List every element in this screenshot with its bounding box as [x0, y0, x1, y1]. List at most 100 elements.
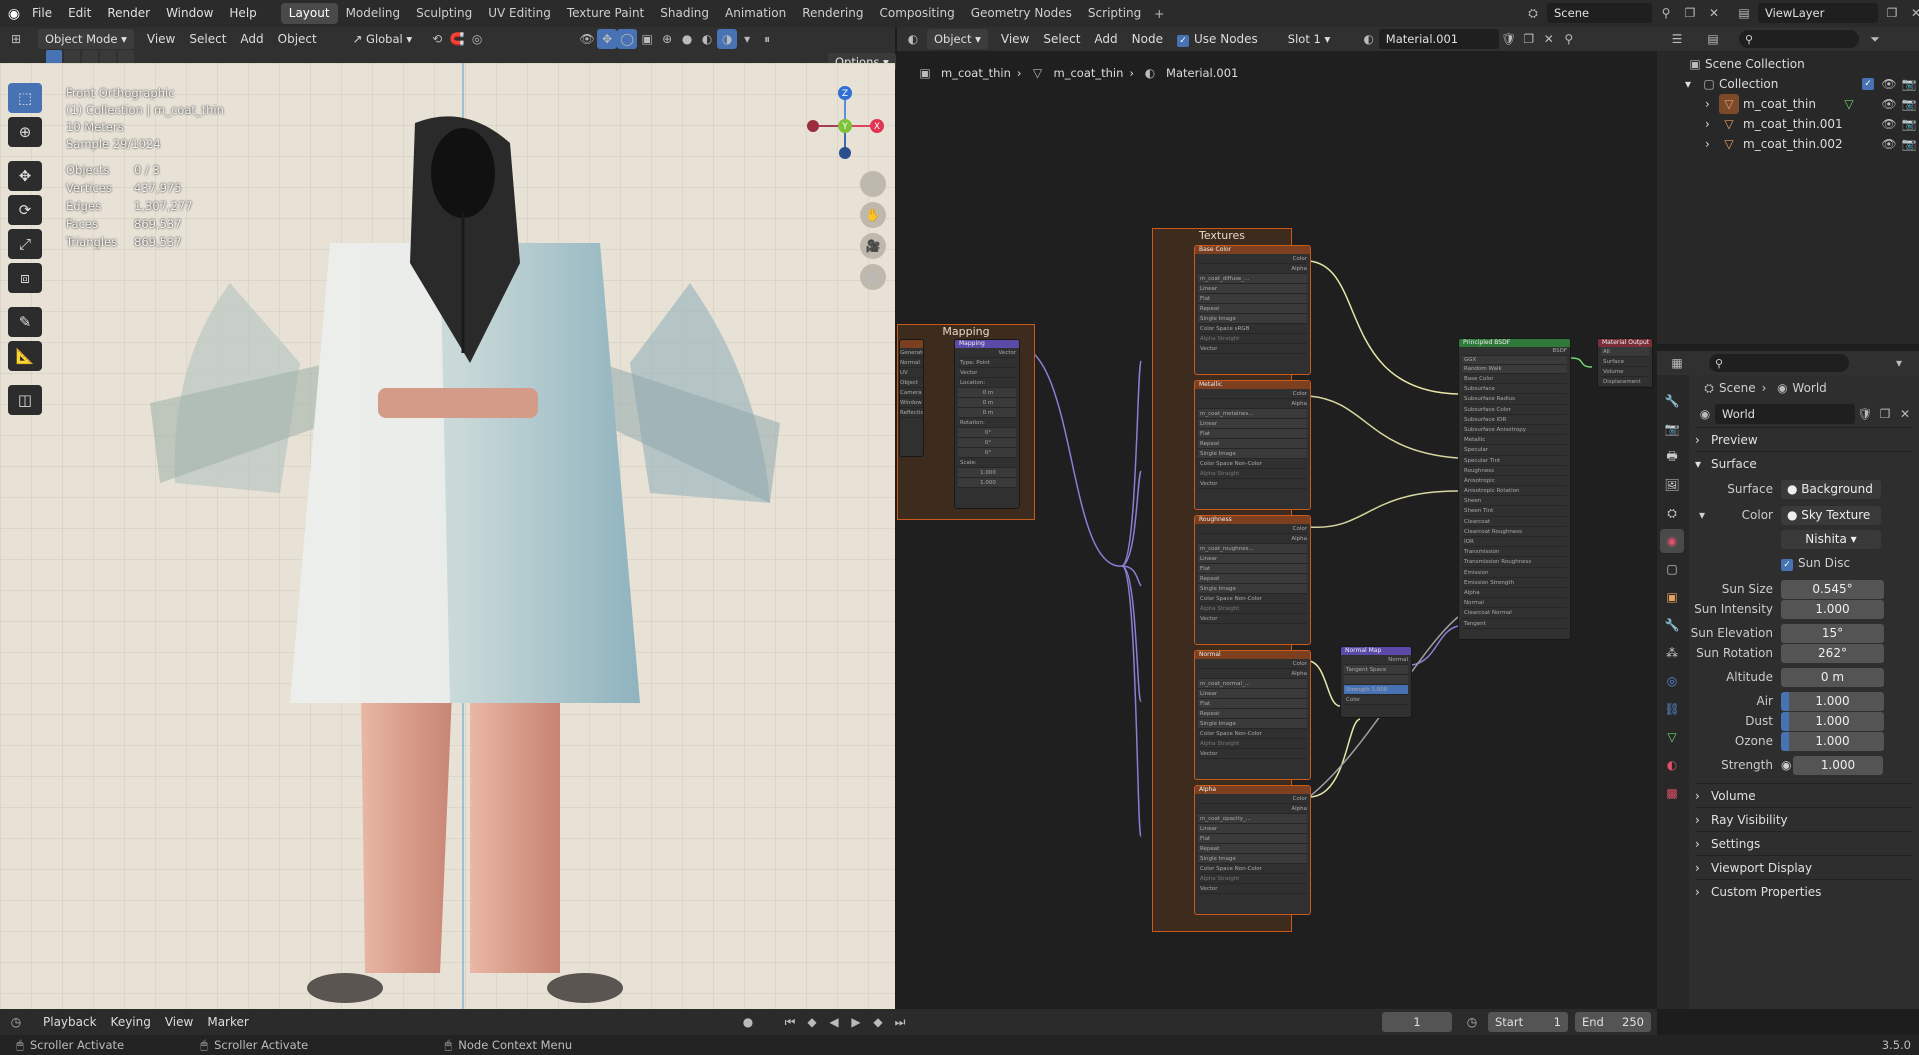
bsdf-input-row[interactable]: Specular — [1462, 445, 1567, 456]
new-world-icon[interactable]: ❐ — [1875, 404, 1895, 424]
tex-option-row[interactable]: Flat — [1198, 699, 1307, 709]
viewport-menu-object[interactable]: Object — [271, 32, 324, 46]
tab-layout[interactable]: Layout — [280, 3, 338, 24]
add-cube-tool-icon[interactable]: ◫ — [8, 385, 42, 415]
menu-help[interactable]: Help — [221, 0, 264, 27]
sky-param-field[interactable]: 0.545° — [1781, 579, 1884, 599]
properties-section[interactable]: › Volume — [1695, 783, 1913, 807]
eye-icon[interactable]: 👁 — [1879, 74, 1899, 94]
xray-icon[interactable]: ▣ — [637, 29, 657, 49]
tex-color-space-row[interactable]: Color Space Non-Color — [1198, 864, 1307, 874]
end-frame-field[interactable]: End 250 — [1575, 1012, 1651, 1032]
tex-option-row[interactable]: Repeat — [1198, 304, 1307, 314]
sky-param-field[interactable]: 1.000 — [1781, 691, 1884, 711]
material-output-target[interactable]: All — [1601, 347, 1649, 357]
tex-option-row[interactable]: Flat — [1198, 564, 1307, 574]
shading-options-icon[interactable]: ▾ — [737, 29, 757, 49]
timeline-menu-keying[interactable]: Keying — [104, 1015, 158, 1029]
sky-param-field[interactable]: 15° — [1781, 623, 1884, 643]
camera-view-icon[interactable]: 🎥 — [860, 233, 886, 259]
outliner-editor-type-icon[interactable]: ☰ — [1667, 29, 1687, 49]
outliner-item[interactable]: › ▽ m_coat_thin.001 👁 📷 — [1657, 114, 1919, 134]
surface-shader-field[interactable]: ● Background — [1781, 479, 1881, 499]
blender-logo-icon[interactable]: ◉ — [4, 4, 24, 24]
start-frame-field[interactable]: Start 1 — [1488, 1012, 1568, 1032]
shader-node-editor[interactable]: ▣ m_coat_thin › ▽ m_coat_thin › ◐ Materi… — [897, 51, 1657, 1009]
view-layer-selector[interactable]: ViewLayer — [1758, 3, 1878, 23]
tab-sculpting[interactable]: Sculpting — [408, 3, 480, 24]
tex-color-space-row[interactable]: Color Space sRGB — [1198, 324, 1307, 334]
delete-view-layer-icon[interactable]: ✕ — [1906, 3, 1919, 23]
world-tab-icon[interactable]: ◉ — [1660, 529, 1684, 553]
mapping-rot-z[interactable]: 0° — [958, 448, 1016, 458]
sky-param-field[interactable]: 1.000 — [1781, 731, 1884, 751]
bsdf-input-row[interactable]: Alpha — [1462, 588, 1567, 599]
properties-section[interactable]: › Settings — [1695, 831, 1913, 855]
select-mode-invert-icon[interactable] — [100, 50, 116, 64]
record-icon[interactable]: ● — [738, 1012, 758, 1032]
tab-compositing[interactable]: Compositing — [871, 3, 962, 24]
pause-render-icon[interactable]: ⏸ — [757, 29, 777, 49]
node-menu-view[interactable]: View — [994, 32, 1036, 46]
bsdf-input-row[interactable]: Sheen Tint — [1462, 506, 1567, 517]
preview-range-icon[interactable]: ◷ — [1462, 1012, 1482, 1032]
material-name-field[interactable]: Material.001 — [1378, 29, 1499, 49]
timeline-menu-marker[interactable]: Marker — [200, 1015, 255, 1029]
texture-tab-icon[interactable]: ▩ — [1660, 781, 1684, 805]
constraints-tab-icon[interactable]: ⛓ — [1660, 697, 1684, 721]
scene-icon[interactable]: ⛭ — [1523, 3, 1543, 23]
properties-section[interactable]: › Viewport Display — [1695, 855, 1913, 879]
scale-tool-icon[interactable]: ⤢ — [8, 229, 42, 259]
sky-param-field[interactable]: 1.000 — [1781, 711, 1884, 731]
collection-exclude-checkbox[interactable]: ✓ — [1862, 78, 1874, 90]
timeline-menu-playback[interactable]: Playback — [36, 1015, 104, 1029]
bsdf-input-row[interactable]: Subsurface IOR — [1462, 415, 1567, 425]
bsdf-input-row[interactable]: Clearcoat Roughness — [1462, 527, 1567, 537]
snap-icon[interactable]: 🧲 — [447, 29, 467, 49]
camera-icon[interactable]: 📷 — [1899, 74, 1919, 94]
tex-option-row[interactable]: Linear — [1198, 689, 1307, 699]
delete-scene-icon[interactable]: ✕ — [1704, 3, 1724, 23]
proportional-edit-icon[interactable]: ◎ — [467, 29, 487, 49]
particles-tab-icon[interactable]: ⁂ — [1660, 641, 1684, 665]
menu-render[interactable]: Render — [99, 0, 158, 27]
mode-dropdown[interactable]: Object Mode ▾ — [38, 29, 134, 49]
outliner-filter-icon[interactable]: ⏷ — [1865, 29, 1885, 49]
expand-arrow-icon[interactable]: › — [1705, 117, 1719, 131]
eye-icon[interactable]: 👁 — [1879, 114, 1899, 134]
view-layer-tab-icon[interactable]: 🖼 — [1660, 473, 1684, 497]
properties-section[interactable]: › Custom Properties — [1695, 879, 1913, 903]
bsdf-subsurface-method[interactable]: Random Walk — [1462, 365, 1567, 374]
expand-arrow-icon[interactable]: ▾ — [1685, 77, 1699, 91]
expanded-arrow-icon[interactable]: ▾ — [1689, 508, 1713, 522]
bsdf-input-row[interactable]: Base Color — [1462, 374, 1567, 385]
tex-option-row[interactable]: Flat — [1198, 429, 1307, 439]
bsdf-distribution[interactable]: GGX — [1462, 356, 1567, 365]
mapping-rot-y[interactable]: 0° — [958, 438, 1016, 448]
select-box-tool-icon[interactable]: ⬚ — [8, 83, 42, 113]
tab-modeling[interactable]: Modeling — [338, 3, 409, 24]
tex-alpha-mode-row[interactable]: Alpha Straight — [1198, 739, 1307, 749]
gizmo-toggle-icon[interactable]: ✥ — [597, 29, 618, 49]
unlink-material-icon[interactable]: ✕ — [1539, 29, 1559, 49]
tex-color-space-row[interactable]: Color Space Non-Color — [1198, 459, 1307, 469]
bsdf-input-row[interactable]: Metallic — [1462, 435, 1567, 446]
output-tab-icon[interactable]: 🖶 — [1660, 445, 1684, 469]
tex-image-field[interactable]: m_coat_roughnes... — [1198, 544, 1307, 554]
transform-tool-icon[interactable]: ⧈ — [8, 263, 42, 293]
tab-geometry-nodes[interactable]: Geometry Nodes — [963, 3, 1080, 24]
normal-map-space[interactable]: Tangent Space — [1344, 665, 1408, 675]
bsdf-input-row[interactable]: Specular Tint — [1462, 456, 1567, 466]
bsdf-input-row[interactable]: Anisotropic — [1462, 476, 1567, 487]
expand-arrow-icon[interactable]: › — [1705, 137, 1719, 151]
camera-icon[interactable]: 📷 — [1899, 134, 1919, 154]
image-texture-node[interactable]: Normal Color Alpha m_coat_normal_... Linear F… — [1194, 650, 1311, 780]
bsdf-input-row[interactable]: Anisotropic Rotation — [1462, 486, 1567, 497]
bsdf-input-row[interactable]: Transmission — [1462, 547, 1567, 558]
node-menu-node[interactable]: Node — [1125, 32, 1170, 46]
normal-map-node[interactable]: Normal Map Normal Tangent Space Strength… — [1340, 646, 1412, 718]
bsdf-input-row[interactable]: Sheen — [1462, 496, 1567, 507]
tex-image-field[interactable]: m_coat_diffuse_... — [1198, 274, 1307, 284]
properties-search-input[interactable]: ⚲ — [1709, 354, 1849, 372]
navigation-gizmo[interactable]: Z Y X — [805, 85, 885, 165]
